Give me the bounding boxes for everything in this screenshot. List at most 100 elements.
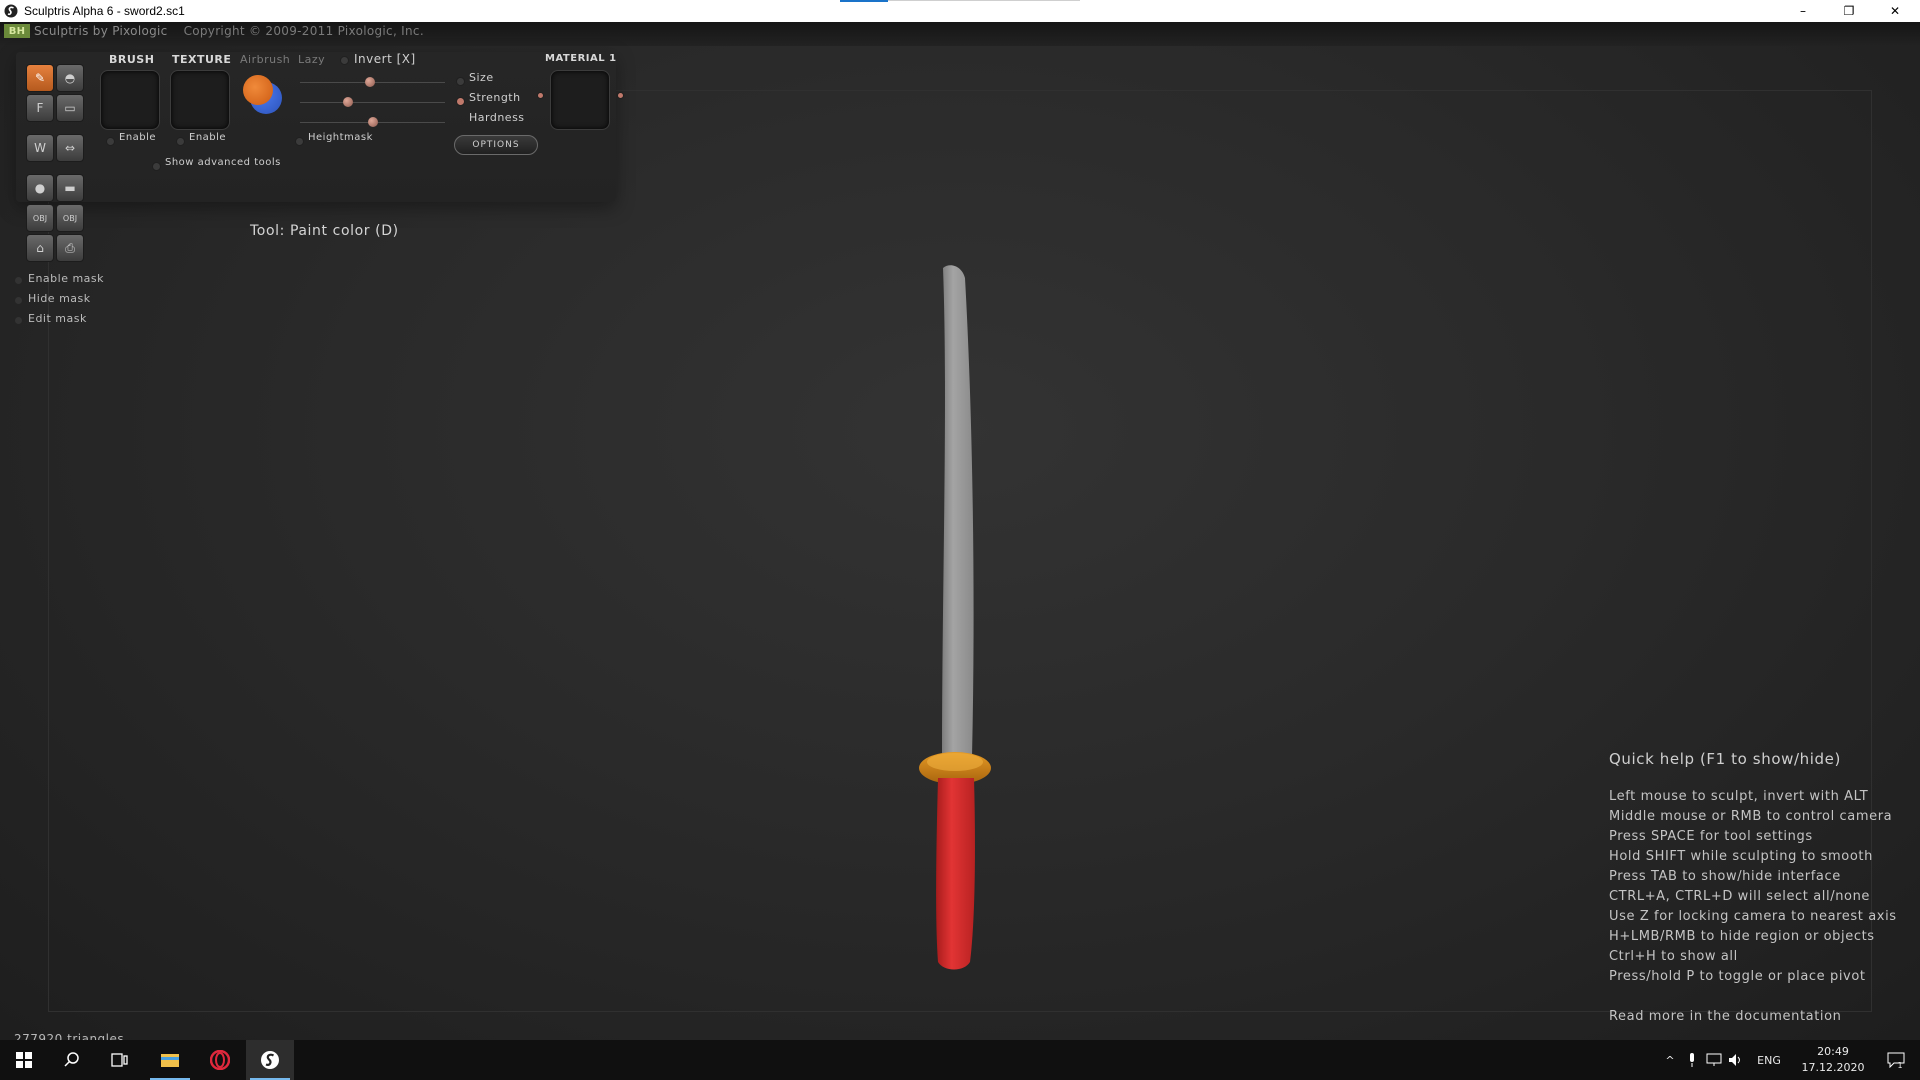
language-indicator[interactable]: ENG	[1752, 1040, 1786, 1080]
quick-help-line: Ctrl+H to show all	[1609, 949, 1738, 964]
task-view-button[interactable]	[96, 1040, 144, 1080]
material-slot[interactable]	[550, 70, 610, 130]
search-button[interactable]	[48, 1040, 96, 1080]
sphere-icon: ●	[34, 181, 46, 195]
network-button[interactable]	[1704, 1040, 1724, 1080]
invert-radio[interactable]	[340, 56, 349, 65]
zigzag-tool-button[interactable]: W	[26, 134, 54, 162]
clock-date: 17.12.2020	[1801, 1061, 1865, 1074]
hardness-slider-knob[interactable]	[367, 117, 378, 127]
current-tool-label: Tool: Paint color (D)	[250, 223, 399, 239]
options-button[interactable]: OPTIONS	[454, 135, 538, 155]
start-button[interactable]	[0, 1040, 48, 1080]
strength-label: Strength	[469, 91, 521, 104]
hide-mask-option[interactable]: Hide mask	[28, 292, 91, 305]
material-label: MATERIAL 1	[545, 53, 617, 64]
volume-button[interactable]	[1726, 1040, 1746, 1080]
save-button[interactable]: ⌂	[26, 234, 54, 262]
plane-button[interactable]: ▬	[56, 174, 84, 202]
quick-help-line: Use Z for locking camera to nearest axis	[1609, 909, 1897, 924]
strength-slider-knob[interactable]	[342, 97, 353, 107]
enable-mask-option[interactable]: Enable mask	[28, 272, 104, 285]
sculptris-taskbar-button[interactable]	[246, 1040, 294, 1080]
texture-slot[interactable]	[170, 70, 230, 130]
advanced-tools-radio[interactable]	[152, 162, 161, 171]
primary-color-swatch[interactable]	[243, 75, 273, 105]
restore-icon: ❐	[1843, 4, 1855, 18]
sculptris-icon	[261, 1051, 279, 1069]
edit-mask-radio[interactable]	[15, 317, 22, 324]
quick-help-line: Press/hold P to toggle or place pivot	[1609, 969, 1866, 984]
opera-button[interactable]	[196, 1040, 244, 1080]
sculptris-app-icon	[4, 4, 18, 18]
quick-help-line: CTRL+A, CTRL+D will select all/none	[1609, 889, 1871, 904]
clock[interactable]: 20:49 17.12.2020	[1798, 1044, 1868, 1076]
airbrush-toggle[interactable]: Airbrush	[240, 53, 290, 66]
symmetry-icon: ⇔	[64, 141, 76, 155]
file-explorer-icon	[161, 1054, 179, 1067]
heightmask-label: Heightmask	[308, 132, 373, 143]
obj-import-button[interactable]: OBJ	[26, 204, 54, 232]
flatten-tool-button[interactable]: ▭	[56, 94, 84, 122]
obj-export-button[interactable]: OBJ	[56, 204, 84, 232]
microphone-icon	[1690, 1053, 1694, 1067]
quick-help-line: Middle mouse or RMB to control camera	[1609, 809, 1893, 824]
close-icon: ✕	[1889, 4, 1901, 18]
close-button[interactable]: ✕	[1872, 0, 1918, 22]
material-next-dot[interactable]	[617, 92, 624, 99]
zigzag-icon: W	[34, 141, 46, 155]
hardness-label: Hardness	[469, 111, 525, 124]
notification-count: 1	[1897, 1060, 1903, 1070]
documentation-link[interactable]: Read more in the documentation	[1609, 1007, 1897, 1027]
quick-help-line: Hold SHIFT while sculpting to smooth	[1609, 849, 1873, 864]
sword-handle	[936, 778, 975, 970]
quick-help-line: Left mouse to sculpt, invert with ALT	[1609, 789, 1869, 804]
texture-label: TEXTURE	[172, 53, 232, 66]
symmetry-button[interactable]: ⇔	[56, 134, 84, 162]
obj-export-icon: OBJ	[62, 213, 78, 223]
paint-tool-button[interactable]: ✎	[26, 64, 54, 92]
edit-mask-option[interactable]: Edit mask	[28, 312, 87, 325]
sphere-button[interactable]: ●	[26, 174, 54, 202]
minimize-button[interactable]: –	[1780, 0, 1826, 22]
action-center-button[interactable]: 1	[1880, 1040, 1910, 1080]
notification-icon	[1887, 1052, 1905, 1068]
minimize-icon: –	[1800, 4, 1806, 18]
opera-icon	[210, 1050, 230, 1070]
windows-start-icon	[16, 1052, 32, 1068]
enable-mask-radio[interactable]	[15, 277, 22, 284]
invert-label: Invert [X]	[354, 52, 416, 66]
strength-slider-track[interactable]	[300, 102, 445, 103]
smear-tool-button[interactable]: ◓	[56, 64, 84, 92]
volume-icon	[1729, 1054, 1740, 1066]
file-explorer-button[interactable]	[146, 1040, 194, 1080]
strength-radio[interactable]	[456, 97, 465, 106]
size-slider-knob[interactable]	[364, 77, 375, 87]
restore-button[interactable]: ❐	[1826, 0, 1872, 22]
hide-mask-radio[interactable]	[15, 297, 22, 304]
fill-tool-button[interactable]: F	[26, 94, 54, 122]
plane-icon: ▬	[64, 181, 76, 195]
load-icon: ⎙	[65, 240, 75, 255]
texture-enable-radio[interactable]	[176, 137, 185, 146]
show-hidden-icons[interactable]: ^	[1660, 1040, 1680, 1080]
network-icon	[1706, 1053, 1722, 1066]
material-prev-dot[interactable]	[537, 92, 544, 99]
search-icon	[64, 1052, 79, 1067]
brush-enable-label: Enable	[119, 132, 157, 143]
heightmask-radio[interactable]	[295, 137, 304, 146]
lazy-toggle[interactable]: Lazy	[298, 53, 325, 66]
brush-enable-radio[interactable]	[106, 137, 115, 146]
quick-help-lines: Left mouse to sculpt, invert with ALT Mid…	[1609, 787, 1897, 987]
quick-help-line: Press SPACE for tool settings	[1609, 829, 1813, 844]
brush-slot[interactable]	[100, 70, 160, 130]
quick-help-title: Quick help (F1 to show/hide)	[1609, 750, 1841, 768]
sculpt-viewport[interactable]: BH Sculptris by Pixologic Copyright © 20…	[0, 22, 1920, 1046]
quick-help-line: H+LMB/RMB to hide region or objects	[1609, 929, 1875, 944]
microphone-button[interactable]	[1682, 1040, 1702, 1080]
paint-brush-icon: ✎	[34, 71, 46, 85]
size-radio[interactable]	[456, 77, 465, 86]
load-button[interactable]: ⎙	[56, 234, 84, 262]
save-icon: ⌂	[36, 241, 44, 255]
system-tray: ^ ENG 20:49 17.12.2020 1	[1660, 1040, 1920, 1080]
